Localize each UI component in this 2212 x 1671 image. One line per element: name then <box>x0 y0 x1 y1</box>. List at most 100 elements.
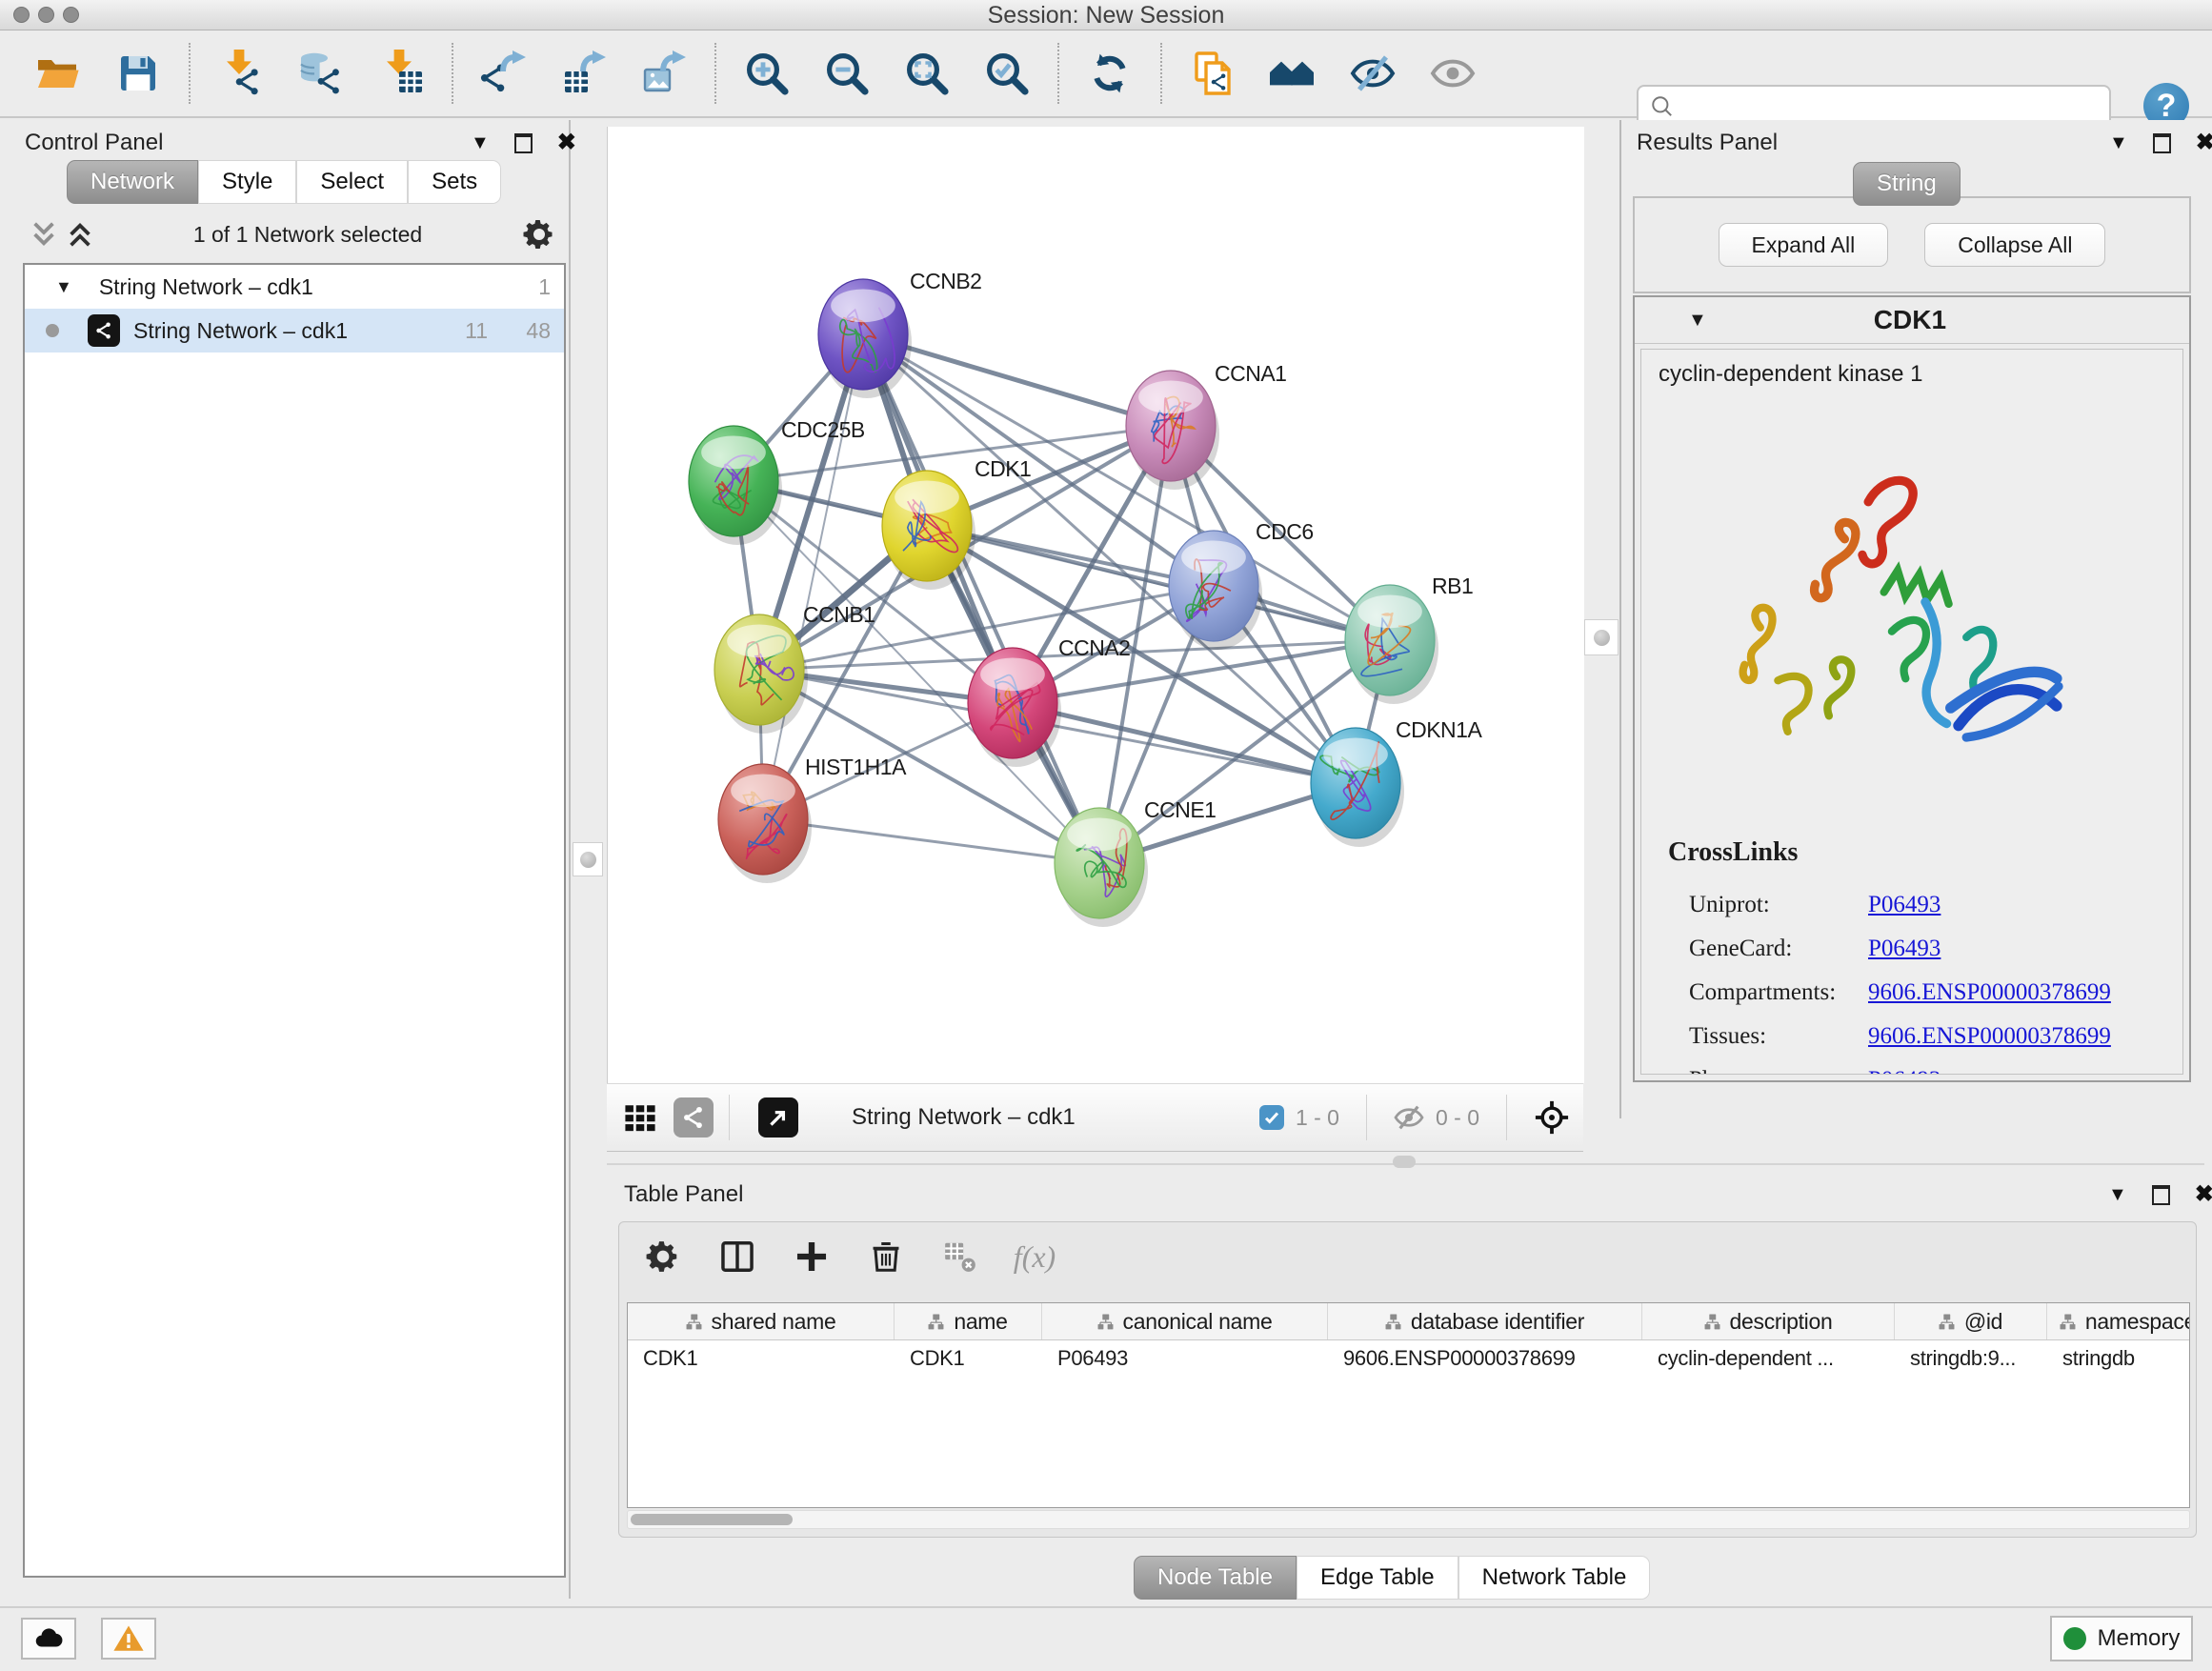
collection-expand-icon[interactable]: ▼ <box>55 277 72 297</box>
warnings-button[interactable] <box>101 1618 156 1660</box>
panel-close-icon[interactable]: ✖ <box>2195 1183 2212 1206</box>
network-node-CDKN1A[interactable] <box>1311 728 1404 847</box>
column-header-canonical-name[interactable]: canonical name <box>1042 1303 1328 1339</box>
network-node-CCNA2[interactable] <box>968 648 1061 767</box>
node-result-header[interactable]: ▼ CDK1 <box>1635 297 2189 344</box>
share-view-icon[interactable] <box>674 1097 714 1137</box>
tab-style[interactable]: Style <box>198 160 296 204</box>
column-settings-gear-icon[interactable] <box>642 1236 684 1278</box>
network-node-CDK1[interactable] <box>882 471 975 590</box>
table-cell[interactable]: CDK1 <box>628 1340 895 1377</box>
tab-network-table[interactable]: Network Table <box>1458 1556 1651 1600</box>
network-edge[interactable] <box>863 334 1099 863</box>
column-header-description[interactable]: description <box>1642 1303 1895 1339</box>
network-collection-row[interactable]: ▼ String Network – cdk1 1 <box>25 265 564 309</box>
crosslink-link[interactable]: 9606.ENSP00000378699 <box>1868 1023 2111 1050</box>
horizontal-splitter-grip[interactable] <box>1393 1156 1416 1168</box>
add-column-icon[interactable] <box>791 1236 833 1278</box>
cloud-button[interactable] <box>21 1618 76 1660</box>
network-edge[interactable] <box>763 334 863 819</box>
panel-float-icon[interactable] <box>514 133 533 153</box>
network-node-CCNB1[interactable] <box>714 614 808 734</box>
crosslink-link[interactable]: 9606.ENSP00000378699 <box>1868 979 2111 1006</box>
tab-string[interactable]: String <box>1853 162 1961 206</box>
tab-node-table[interactable]: Node Table <box>1134 1556 1297 1600</box>
column-header-shared-name[interactable]: shared name <box>628 1303 895 1339</box>
show-all-button[interactable] <box>1427 48 1478 99</box>
node-table[interactable]: shared namenamecanonical namedatabase id… <box>627 1302 2190 1508</box>
network-node-CCNB2[interactable] <box>818 279 912 398</box>
table-row[interactable]: CDK1CDK1P064939606.ENSP00000378699cyclin… <box>628 1340 2189 1377</box>
hide-selected-button[interactable] <box>1347 48 1398 99</box>
tab-edge-table[interactable]: Edge Table <box>1297 1556 1458 1600</box>
split-panel-icon[interactable] <box>716 1236 758 1278</box>
table-cell[interactable]: CDK1 <box>895 1340 1042 1377</box>
crosslink-link[interactable]: P06493 <box>1868 1067 1941 1075</box>
tab-select[interactable]: Select <box>296 160 408 204</box>
open-session-button[interactable] <box>32 48 84 99</box>
panel-menu-icon[interactable]: ▼ <box>471 132 490 154</box>
collapse-all-button[interactable]: Collapse All <box>1924 223 2105 267</box>
table-cell[interactable]: stringdb:9... <box>1895 1340 2047 1377</box>
expand-all-button[interactable]: Expand All <box>1719 223 1889 267</box>
birdseye-grid-icon[interactable] <box>620 1097 660 1137</box>
column-header-name[interactable]: name <box>895 1303 1042 1339</box>
tab-sets[interactable]: Sets <box>408 160 501 204</box>
right-splitter-grip[interactable] <box>1584 619 1619 655</box>
panel-close-icon[interactable]: ✖ <box>557 131 576 154</box>
left-splitter-grip[interactable] <box>573 842 603 876</box>
panel-float-icon[interactable] <box>2153 133 2171 153</box>
network-edge[interactable] <box>927 526 1390 640</box>
network-node-CDC6[interactable] <box>1169 531 1262 650</box>
panel-close-icon[interactable]: ✖ <box>2196 131 2212 154</box>
search-input[interactable] <box>1675 93 2109 120</box>
crosslink-link[interactable]: P06493 <box>1868 936 1941 962</box>
network-node-RB1[interactable] <box>1345 585 1438 704</box>
panel-float-icon[interactable] <box>2152 1185 2170 1205</box>
new-network-from-selection-button[interactable] <box>1187 48 1238 99</box>
collapse-entry-icon[interactable]: ▼ <box>1688 310 1707 332</box>
network-node-CCNE1[interactable] <box>1055 808 1148 927</box>
network-node-HIST1H1A[interactable] <box>718 764 812 883</box>
selected-checkbox-icon[interactable] <box>1259 1105 1284 1130</box>
export-network-button[interactable] <box>478 48 530 99</box>
apply-preferred-layout-button[interactable] <box>1084 48 1136 99</box>
zoom-fit-content-button[interactable] <box>901 48 953 99</box>
network-canvas[interactable]: CCNB2CCNA1CDC25BCDK1CDC6RB1CCNB1CCNA2CDK… <box>607 127 1584 1083</box>
table-cell[interactable]: 9606.ENSP00000378699 <box>1328 1340 1642 1377</box>
network-edge[interactable] <box>1013 703 1356 783</box>
network-row[interactable]: String Network – cdk1 11 48 <box>25 309 564 352</box>
save-session-button[interactable] <box>112 48 164 99</box>
open-in-window-icon[interactable] <box>758 1097 798 1137</box>
import-table-from-file-button[interactable] <box>375 48 427 99</box>
column-header--id[interactable]: @id <box>1895 1303 2047 1339</box>
crosslink-link[interactable]: P06493 <box>1868 892 1941 918</box>
network-edge[interactable] <box>763 819 1099 863</box>
panel-menu-icon[interactable]: ▼ <box>2109 132 2128 154</box>
panel-menu-icon[interactable]: ▼ <box>2108 1184 2127 1206</box>
table-cell[interactable]: cyclin-dependent ... <box>1642 1340 1895 1377</box>
column-header-namespace[interactable]: namespace <box>2047 1303 2190 1339</box>
column-header-database-identifier[interactable]: database identifier <box>1328 1303 1642 1339</box>
expand-all-icon[interactable] <box>67 220 93 249</box>
table-cell[interactable]: P06493 <box>1042 1340 1328 1377</box>
delete-column-icon[interactable] <box>865 1236 907 1278</box>
zoom-out-button[interactable] <box>821 48 873 99</box>
toolbar-separator <box>714 43 716 104</box>
table-cell[interactable]: stringdb <box>2047 1340 2190 1377</box>
crosshair-icon[interactable] <box>1534 1099 1570 1136</box>
collapse-all-icon[interactable] <box>30 220 57 249</box>
table-horizontal-scrollbar[interactable] <box>627 1510 2190 1529</box>
tab-network[interactable]: Network <box>67 160 198 204</box>
scrollbar-thumb[interactable] <box>631 1514 793 1525</box>
memory-button[interactable]: Memory <box>2050 1616 2193 1661</box>
network-options-gear-icon[interactable] <box>522 217 556 252</box>
zoom-in-button[interactable] <box>741 48 793 99</box>
export-table-button[interactable] <box>558 48 610 99</box>
import-network-from-file-button[interactable] <box>215 48 267 99</box>
first-neighbors-button[interactable] <box>1267 48 1318 99</box>
import-network-from-database-button[interactable] <box>295 48 347 99</box>
zoom-selected-button[interactable] <box>981 48 1033 99</box>
network-node-CCNA1[interactable] <box>1126 371 1219 490</box>
export-image-button[interactable] <box>638 48 690 99</box>
